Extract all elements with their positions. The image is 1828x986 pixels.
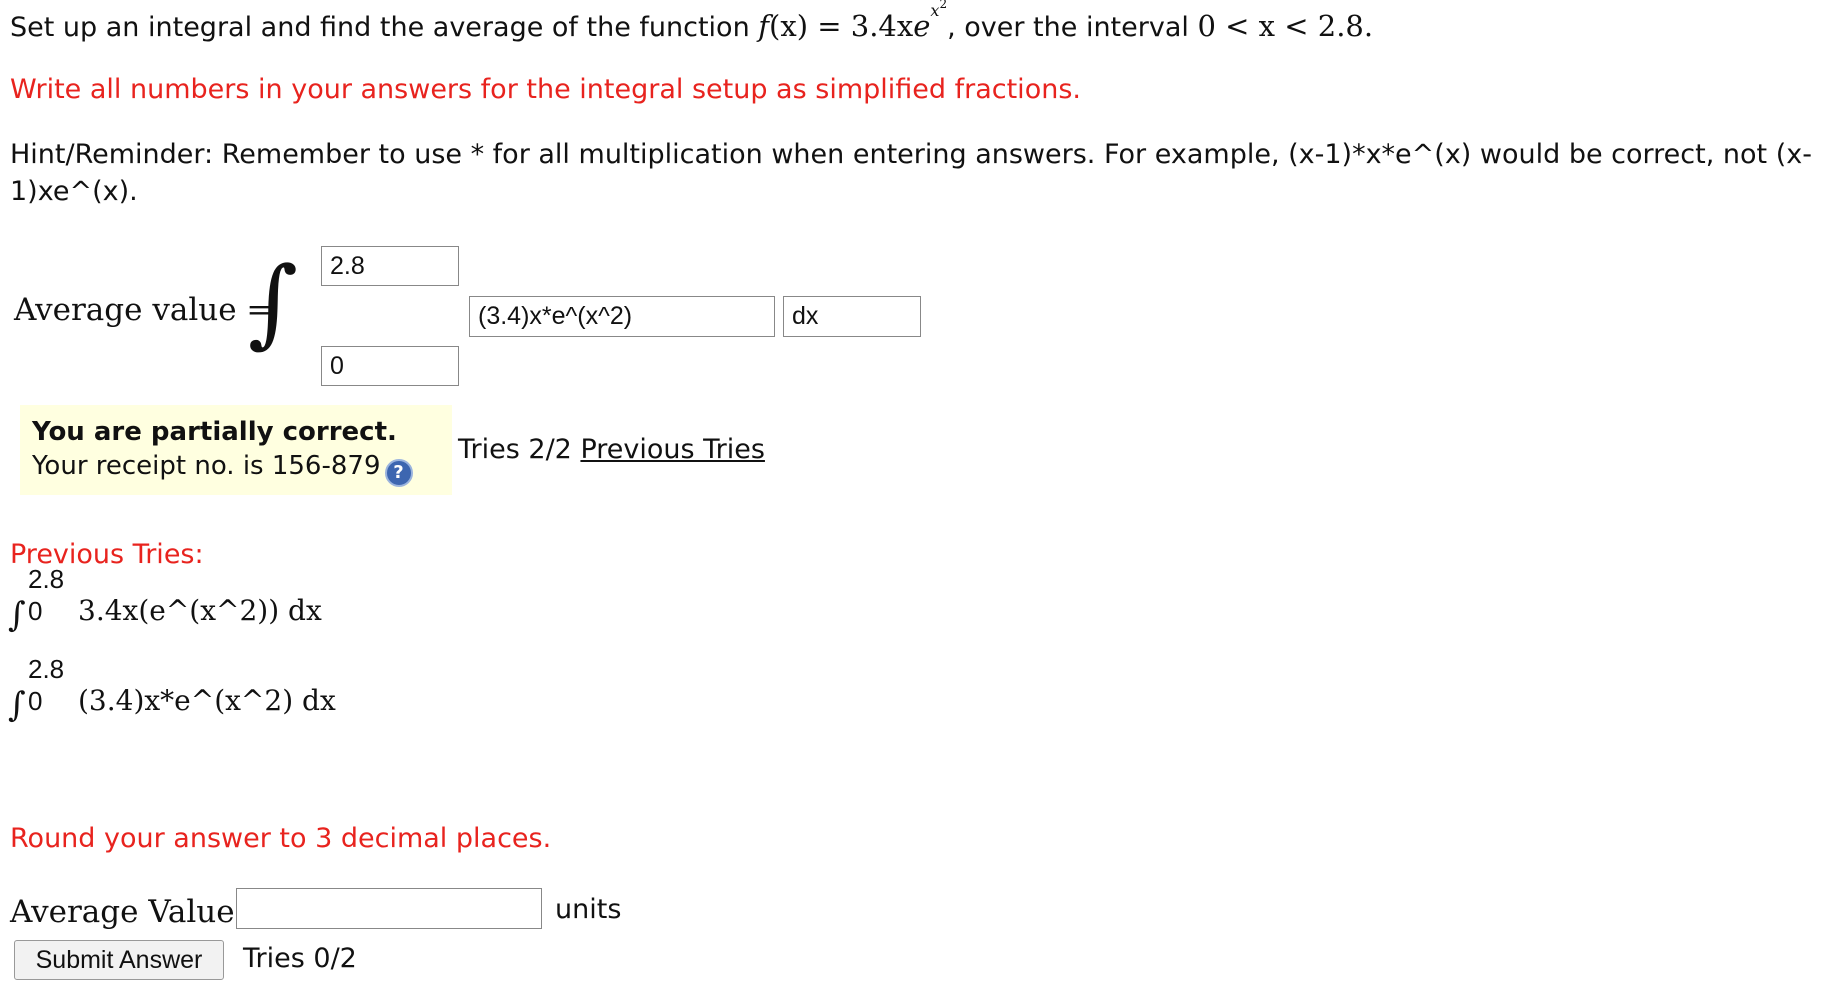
- integrand-input[interactable]: [469, 296, 775, 337]
- tries-count: Tries 2/2 Previous Tries: [458, 434, 765, 465]
- previous-expression: (3.4)x*e^(x^2) dx: [78, 684, 336, 717]
- previous-expression: 3.4x(e^(x^2)) dx: [78, 594, 322, 627]
- feedback-status: You are partially correct.: [32, 417, 397, 447]
- question-mid: , over the interval: [947, 12, 1189, 43]
- tries-text: Tries 2/2: [458, 434, 572, 465]
- feedback-box: You are partially correct. Your receipt …: [20, 405, 452, 495]
- answer-tries-count: Tries 0/2: [243, 943, 357, 974]
- submit-answer-button[interactable]: Submit Answer: [14, 940, 224, 980]
- receipt-text: Your receipt no. is 156-879: [32, 451, 381, 481]
- average-value-input[interactable]: [236, 888, 542, 929]
- rounding-instruction: Round your answer to 3 decimal places.: [10, 823, 552, 854]
- function-expression: f(x) = 3.4xex2: [758, 0, 948, 43]
- previous-upper-limit: 2.8: [28, 564, 65, 594]
- interval-expression: 0 < x < 2.8.: [1197, 9, 1374, 43]
- average-value-answer-label: Average Value=: [10, 894, 261, 930]
- receipt-line: Your receipt no. is 156-879?: [32, 449, 440, 487]
- previous-lower-limit: 0: [28, 596, 43, 626]
- average-value-label: Average value =: [14, 292, 273, 328]
- previous-try-2: ∫ 2.8 0 (3.4)x*e^(x^2) dx: [8, 654, 336, 725]
- previous-lower-limit: 0: [28, 686, 43, 716]
- previous-upper-limit: 2.8: [28, 654, 65, 684]
- differential-input[interactable]: [783, 296, 921, 337]
- question-text: Set up an integral and find the average …: [10, 0, 1374, 43]
- units-label: units: [555, 894, 622, 925]
- integral-sign-icon: ∫: [8, 595, 26, 635]
- integral-sign-icon: ∫: [248, 246, 299, 358]
- previous-tries-link[interactable]: Previous Tries: [580, 434, 765, 465]
- lower-limit-input[interactable]: [321, 346, 459, 386]
- integral-sign-icon: ∫: [8, 685, 26, 725]
- upper-limit-input[interactable]: [321, 246, 459, 286]
- previous-try-1: ∫ 2.8 0 3.4x(e^(x^2)) dx: [8, 564, 322, 635]
- question-mark-icon[interactable]: ?: [384, 459, 413, 487]
- multiplication-hint: Hint/Reminder: Remember to use * for all…: [10, 139, 1812, 207]
- simplified-fractions-instruction: Write all numbers in your answers for th…: [10, 74, 1081, 105]
- question-prefix: Set up an integral and find the average …: [10, 12, 750, 43]
